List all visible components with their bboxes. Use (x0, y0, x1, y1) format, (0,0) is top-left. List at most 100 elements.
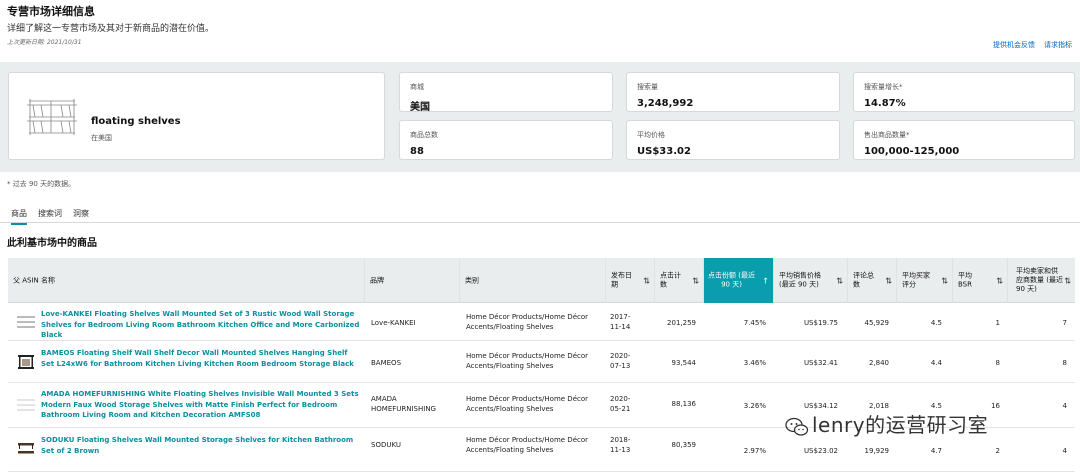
sort-icon[interactable]: ⇅ (885, 276, 892, 285)
cell-sellers: 8 (1062, 359, 1067, 367)
cell-share: 3.26% (743, 402, 766, 410)
col-rating[interactable]: 平均买家评分 ⇅ (896, 258, 952, 303)
table-header: 父 ASIN 名称 品牌 类别 发布日期 ⇅ 点击计数 ⇅ 点击份额 (最近 9… (8, 258, 1075, 303)
col-bsr[interactable]: 平均 BSR ⇅ (952, 258, 1007, 303)
page-title: 专营市场详细信息 (7, 5, 95, 18)
stat-value: 3,248,992 (637, 98, 694, 109)
cell-reviews: 19,929 (864, 447, 890, 455)
cell-brand: Love-KANKEI (371, 319, 416, 327)
col-click-share[interactable]: 点击份额 (最近 90 天) ↑ (703, 258, 773, 303)
product-thumbnail (17, 316, 35, 328)
stat-value: 14.87% (864, 98, 906, 109)
col-avg-price[interactable]: 平均销售价格 (最近 90 天) ⇅ (773, 258, 847, 303)
stat-value: 美国 (410, 102, 430, 113)
table-row: Love-KANKEI Floating Shelves Wall Mounte… (8, 303, 1075, 341)
stat-label: 搜索量增长* (864, 83, 903, 91)
sort-icon[interactable]: ⇅ (643, 276, 650, 285)
stat-label: 商品总数 (410, 131, 438, 139)
cell-date: 2018-11-13 (610, 436, 631, 455)
stat-card-marketplace: 商城 美国 (399, 72, 613, 113)
stat-card-avg-price: 平均价格 US$33.02 (626, 120, 840, 160)
cell-clicks: 93,544 (671, 359, 697, 367)
stat-label: 平均价格 (637, 131, 665, 139)
cell-clicks: 80,359 (671, 441, 697, 449)
page-subtitle: 详细了解这一专营市场及其对于新商品的潜在价值。 (7, 24, 215, 34)
wechat-icon (785, 417, 809, 436)
sort-icon[interactable]: ⇅ (692, 276, 699, 285)
product-market: 在美国 (91, 134, 112, 142)
summary-panel: floating shelves 在美国 商城 美国 搜索量 3,248,992… (0, 62, 1080, 172)
product-link[interactable]: AMADA HOMEFURNISHING White Floating Shel… (41, 389, 361, 421)
sort-icon[interactable]: ⇅ (996, 276, 1003, 285)
cell-category: Home Décor Products/Home Décor Accents/F… (466, 395, 589, 414)
sort-icon[interactable]: ⇅ (836, 276, 843, 285)
stat-value: US$33.02 (637, 146, 691, 157)
product-link[interactable]: SODUKU Floating Shelves Wall Mounted Sto… (41, 435, 361, 456)
cell-brand: BAMEOS (371, 359, 402, 367)
stat-card-search-volume: 搜索量 3,248,992 (626, 72, 840, 112)
cell-sellers: 4 (1062, 447, 1067, 455)
watermark: lenry的运营研习室 (785, 409, 988, 438)
stat-label: 售出商品数量* (864, 131, 910, 139)
stat-value: 100,000-125,000 (864, 146, 960, 157)
request-metrics-link[interactable]: 请求指标 (1044, 41, 1072, 49)
last-updated: 上次更新日期: 2021/10/31 (7, 39, 82, 46)
cell-brand: SODUKU (371, 441, 401, 449)
cell-category: Home Décor Products/Home Décor Accents/F… (466, 436, 589, 455)
header-links: 提供机会反馈 请求指标 (984, 40, 1072, 50)
cell-sellers: 7 (1062, 319, 1067, 327)
stat-label: 商城 (410, 83, 424, 91)
sort-icon[interactable]: ⇅ (941, 276, 948, 285)
cell-reviews: 2,840 (868, 359, 889, 367)
section-title: 此利基市场中的商品 (7, 238, 97, 249)
cell-sellers: 4 (1062, 402, 1067, 410)
tab-products[interactable]: 商品 (11, 208, 27, 225)
stat-value: 88 (410, 146, 424, 157)
cell-price: US$32.41 (803, 359, 838, 367)
cell-rating: 4.7 (930, 447, 942, 455)
col-sellers[interactable]: 平均卖家和供应商数量 (最近 90 天) ⇅ (1007, 258, 1075, 303)
product-link[interactable]: Love-KANKEI Floating Shelves Wall Mounte… (41, 309, 361, 341)
col-launch-date[interactable]: 发布日期 ⇅ (605, 258, 654, 303)
product-thumbnail (17, 399, 35, 411)
cell-bsr: 8 (995, 359, 1000, 367)
product-card: floating shelves 在美国 (8, 72, 385, 160)
cell-share: 3.46% (743, 359, 766, 367)
col-asin-name[interactable]: 父 ASIN 名称 (8, 258, 364, 303)
cell-share: 2.97% (743, 447, 766, 455)
stat-label: 搜索量 (637, 83, 658, 91)
cell-category: Home Décor Products/Home Décor Accents/F… (466, 313, 589, 332)
tab-bar: 商品 搜索词 洞察 (0, 203, 1080, 225)
cell-date: 2020-05-21 (610, 395, 631, 414)
table-row: BAMEOS Floating Shelf Wall Shelf Decor W… (8, 341, 1075, 383)
page-header: 专营市场详细信息 详细了解这一专营市场及其对于新商品的潜在价值。 上次更新日期:… (0, 0, 1080, 62)
cell-bsr: 2 (995, 447, 1000, 455)
col-click-count[interactable]: 点击计数 ⇅ (654, 258, 703, 303)
tab-search-terms[interactable]: 搜索词 (38, 208, 62, 219)
cell-reviews: 45,929 (864, 319, 890, 327)
product-name: floating shelves (91, 116, 181, 127)
tab-insights[interactable]: 洞察 (73, 208, 89, 219)
stat-card-search-growth: 搜索量增长* 14.87% (853, 72, 1075, 112)
cell-rating: 4.5 (930, 319, 942, 327)
footnote: * 过去 90 天的数据。 (7, 180, 76, 188)
product-link[interactable]: BAMEOS Floating Shelf Wall Shelf Decor W… (41, 348, 361, 369)
sort-icon[interactable]: ⇅ (1064, 276, 1071, 285)
cell-bsr: 1 (995, 319, 1000, 327)
cell-brand: AMADA HOMEFURNISHING (371, 395, 436, 414)
product-thumbnail (18, 443, 34, 454)
product-thumbnail (18, 355, 34, 369)
sort-up-icon[interactable]: ↑ (762, 276, 769, 285)
cell-share: 7.45% (743, 319, 766, 327)
cell-clicks: 88,136 (671, 400, 697, 408)
feedback-link[interactable]: 提供机会反馈 (993, 41, 1035, 49)
cell-date: 2017-11-14 (610, 313, 631, 332)
cell-rating: 4.4 (930, 359, 942, 367)
stat-card-units-sold: 售出商品数量* 100,000-125,000 (853, 120, 1075, 160)
col-reviews[interactable]: 评论总数 ⇅ (847, 258, 896, 303)
col-category[interactable]: 类别 (459, 258, 605, 303)
cell-category: Home Décor Products/Home Décor Accents/F… (466, 352, 589, 371)
cell-date: 2020-07-13 (610, 352, 631, 371)
col-brand[interactable]: 品牌 (364, 258, 459, 303)
watermark-text: lenry的运营研习室 (812, 413, 989, 437)
